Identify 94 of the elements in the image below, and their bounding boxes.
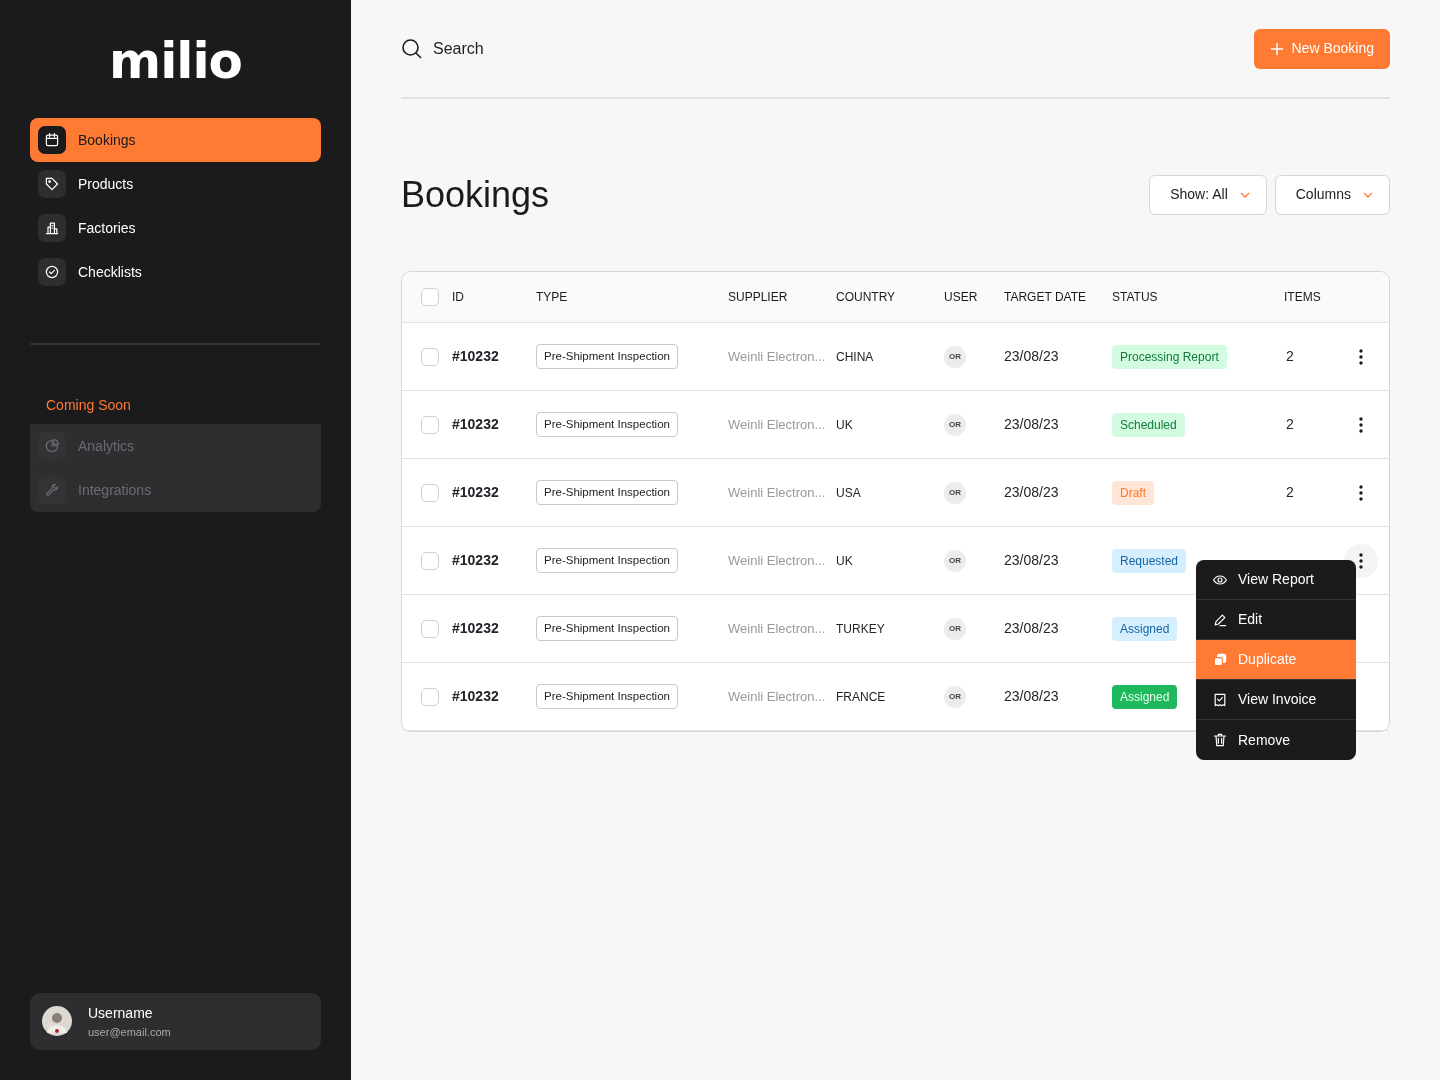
row-checkbox[interactable]: [421, 415, 439, 434]
target-date: 23/08/23: [1004, 415, 1060, 435]
user-initials: OR: [944, 549, 966, 572]
user-initials: OR: [944, 685, 966, 708]
row-checkbox[interactable]: [421, 687, 439, 706]
supplier-name: Weinli Electron...: [728, 483, 827, 502]
wrench-icon: [44, 482, 60, 498]
supplier-name: Weinli Electron...: [728, 551, 827, 570]
receipt-icon: [1212, 691, 1228, 708]
nav-item[interactable]: Products: [30, 162, 321, 206]
booking-id: #10232: [452, 619, 500, 639]
country: USA: [836, 484, 862, 502]
more-icon: [1359, 552, 1363, 569]
user-card[interactable]: Username user@email.com: [30, 992, 321, 1050]
tag-icon: [44, 176, 60, 192]
item-count: 2: [1285, 415, 1295, 435]
supplier-name: Weinli Electron...: [728, 347, 827, 366]
row-checkbox[interactable]: [421, 347, 439, 366]
booking-id: #10232: [452, 347, 500, 367]
dropdown-button[interactable]: Show: All: [1149, 174, 1267, 215]
menu-item[interactable]: View Invoice: [1196, 680, 1356, 721]
more-icon: [1359, 416, 1363, 433]
section-title: Coming Soon: [45, 396, 132, 415]
type-tag: Pre-Shipment Inspection: [536, 344, 678, 370]
avatar: [42, 1006, 72, 1037]
more-icon: [1359, 348, 1363, 365]
column-header: SUPPLIER: [728, 289, 789, 307]
item-count: 2: [1285, 483, 1295, 503]
status-tag: Assigned: [1112, 684, 1178, 709]
type-tag: Pre-Shipment Inspection: [536, 548, 678, 574]
status-tag: Processing Report: [1112, 344, 1227, 369]
country: UK: [836, 552, 854, 570]
chevron-down-icon: [1363, 191, 1373, 198]
column-header: STATUS: [1112, 289, 1159, 307]
nav-item[interactable]: Factories: [30, 206, 321, 250]
status-tag: Draft: [1112, 480, 1154, 505]
booking-id: #10232: [452, 483, 500, 503]
type-tag: Pre-Shipment Inspection: [536, 684, 678, 710]
type-tag: Pre-Shipment Inspection: [536, 412, 678, 438]
more-icon: [1359, 484, 1363, 501]
user-name: Username: [88, 1003, 154, 1023]
plus-icon: [1269, 41, 1284, 56]
user-initials: OR: [944, 413, 966, 436]
pie-chart-icon: [44, 438, 60, 454]
nav-item[interactable]: Checklists: [30, 250, 321, 294]
user-initials: OR: [944, 617, 966, 640]
chevron-down-icon: [1239, 191, 1250, 198]
booking-id: #10232: [452, 551, 500, 571]
type-tag: Pre-Shipment Inspection: [536, 616, 678, 642]
search-icon: [401, 37, 423, 60]
column-header: USER: [944, 289, 979, 307]
country: UK: [836, 416, 854, 434]
column-header: COUNTRY: [836, 289, 897, 307]
dropdown-button[interactable]: Columns: [1274, 174, 1390, 215]
building-icon: [44, 220, 60, 236]
target-date: 23/08/23: [1004, 551, 1060, 571]
copy-icon: [1212, 651, 1228, 668]
booking-id: #10232: [452, 415, 500, 435]
menu-item[interactable]: Remove: [1196, 720, 1356, 761]
column-header: TYPE: [536, 289, 569, 307]
row-checkbox[interactable]: [421, 619, 439, 638]
calendar-icon: [44, 132, 60, 148]
item-count: 2: [1285, 347, 1295, 367]
search-field[interactable]: Search: [431, 35, 731, 62]
target-date: 23/08/23: [1004, 483, 1060, 503]
row-checkbox[interactable]: [421, 483, 439, 502]
user-initials: OR: [944, 345, 966, 368]
select-all-checkbox[interactable]: [421, 288, 439, 307]
trash-icon: [1212, 732, 1228, 749]
country: TURKEY: [836, 620, 886, 638]
supplier-name: Weinli Electron...: [728, 619, 827, 638]
country: CHINA: [836, 348, 875, 366]
status-tag: Scheduled: [1112, 412, 1185, 437]
user-initials: OR: [944, 481, 966, 504]
supplier-name: Weinli Electron...: [728, 687, 827, 706]
page-title: Bookings: [401, 173, 550, 217]
supplier-name: Weinli Electron...: [728, 415, 827, 434]
booking-id: #10232: [452, 687, 500, 707]
target-date: 23/08/23: [1004, 687, 1060, 707]
logo: milio: [109, 36, 242, 86]
status-tag: Requested: [1112, 548, 1187, 573]
column-header: ID: [452, 289, 465, 307]
status-tag: Assigned: [1112, 616, 1178, 641]
type-tag: Pre-Shipment Inspection: [536, 480, 678, 506]
nav-item[interactable]: Bookings: [30, 118, 321, 162]
target-date: 23/08/23: [1004, 619, 1060, 639]
menu-item[interactable]: View Report: [1196, 560, 1356, 601]
target-date: 23/08/23: [1004, 347, 1060, 367]
row-checkbox[interactable]: [421, 551, 439, 570]
user-email: user@email.com: [88, 1024, 171, 1040]
country: FRANCE: [836, 688, 887, 706]
column-header: ITEMS: [1284, 289, 1322, 307]
check-circle-icon: [44, 264, 60, 280]
column-header: TARGET DATE: [1004, 289, 1087, 307]
